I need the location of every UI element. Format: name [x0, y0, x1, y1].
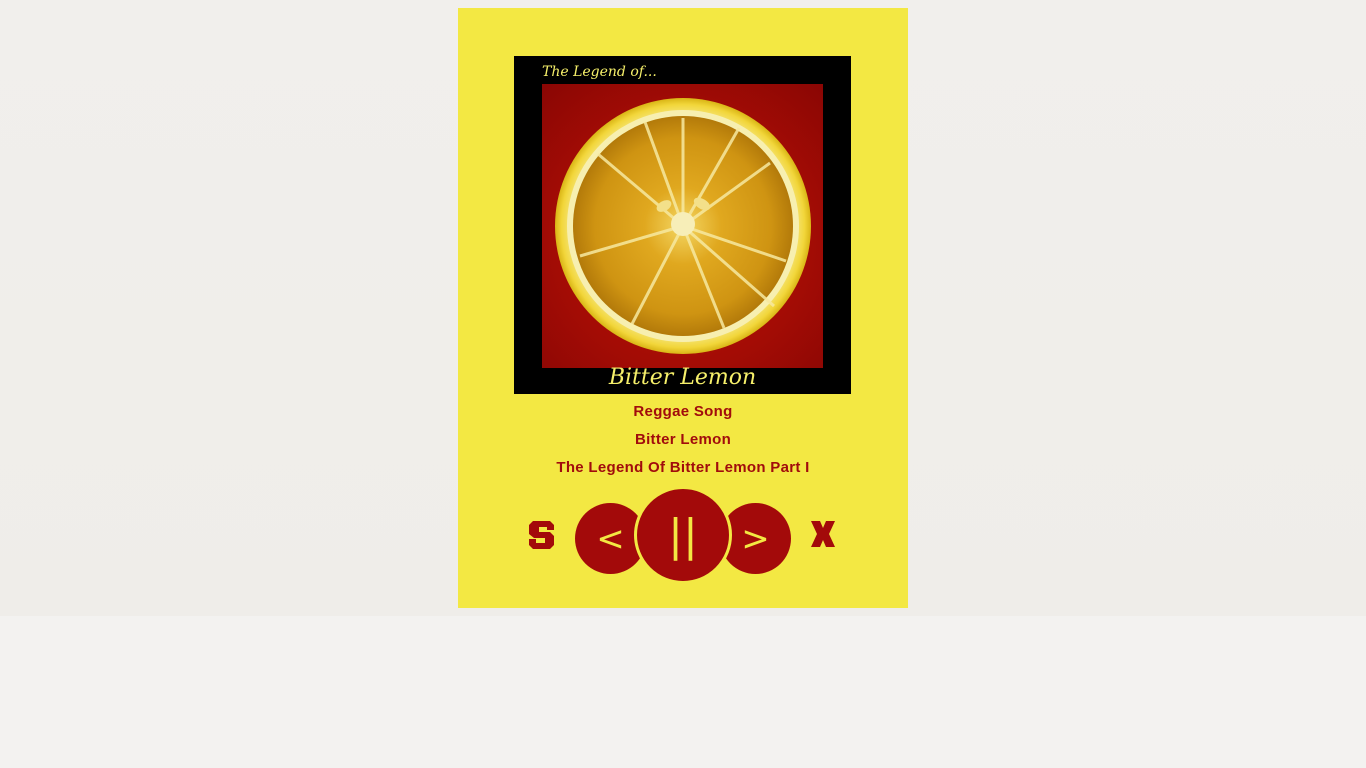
repeat-icon	[529, 521, 554, 549]
repeat-button[interactable]	[528, 517, 556, 551]
cover-top-caption: The Legend of...	[542, 64, 657, 80]
album-cover: The Legend of... Bitter Lemon	[514, 56, 851, 394]
page-background-band	[0, 616, 1366, 768]
play-pause-button[interactable]: ||	[634, 486, 732, 584]
lemon-slice-image	[555, 98, 811, 354]
cover-bottom-caption: Bitter Lemon	[608, 365, 757, 390]
track-title: Bitter Lemon	[634, 431, 732, 448]
shuffle-button[interactable]	[809, 517, 837, 551]
track-album: The Legend Of Bitter Lemon Part I	[556, 459, 810, 476]
shuffle-icon	[811, 521, 835, 547]
music-player-card: The Legend of... Bitter Lemon Reggae Son…	[458, 8, 908, 608]
track-genre: Reggae Song	[633, 403, 733, 420]
